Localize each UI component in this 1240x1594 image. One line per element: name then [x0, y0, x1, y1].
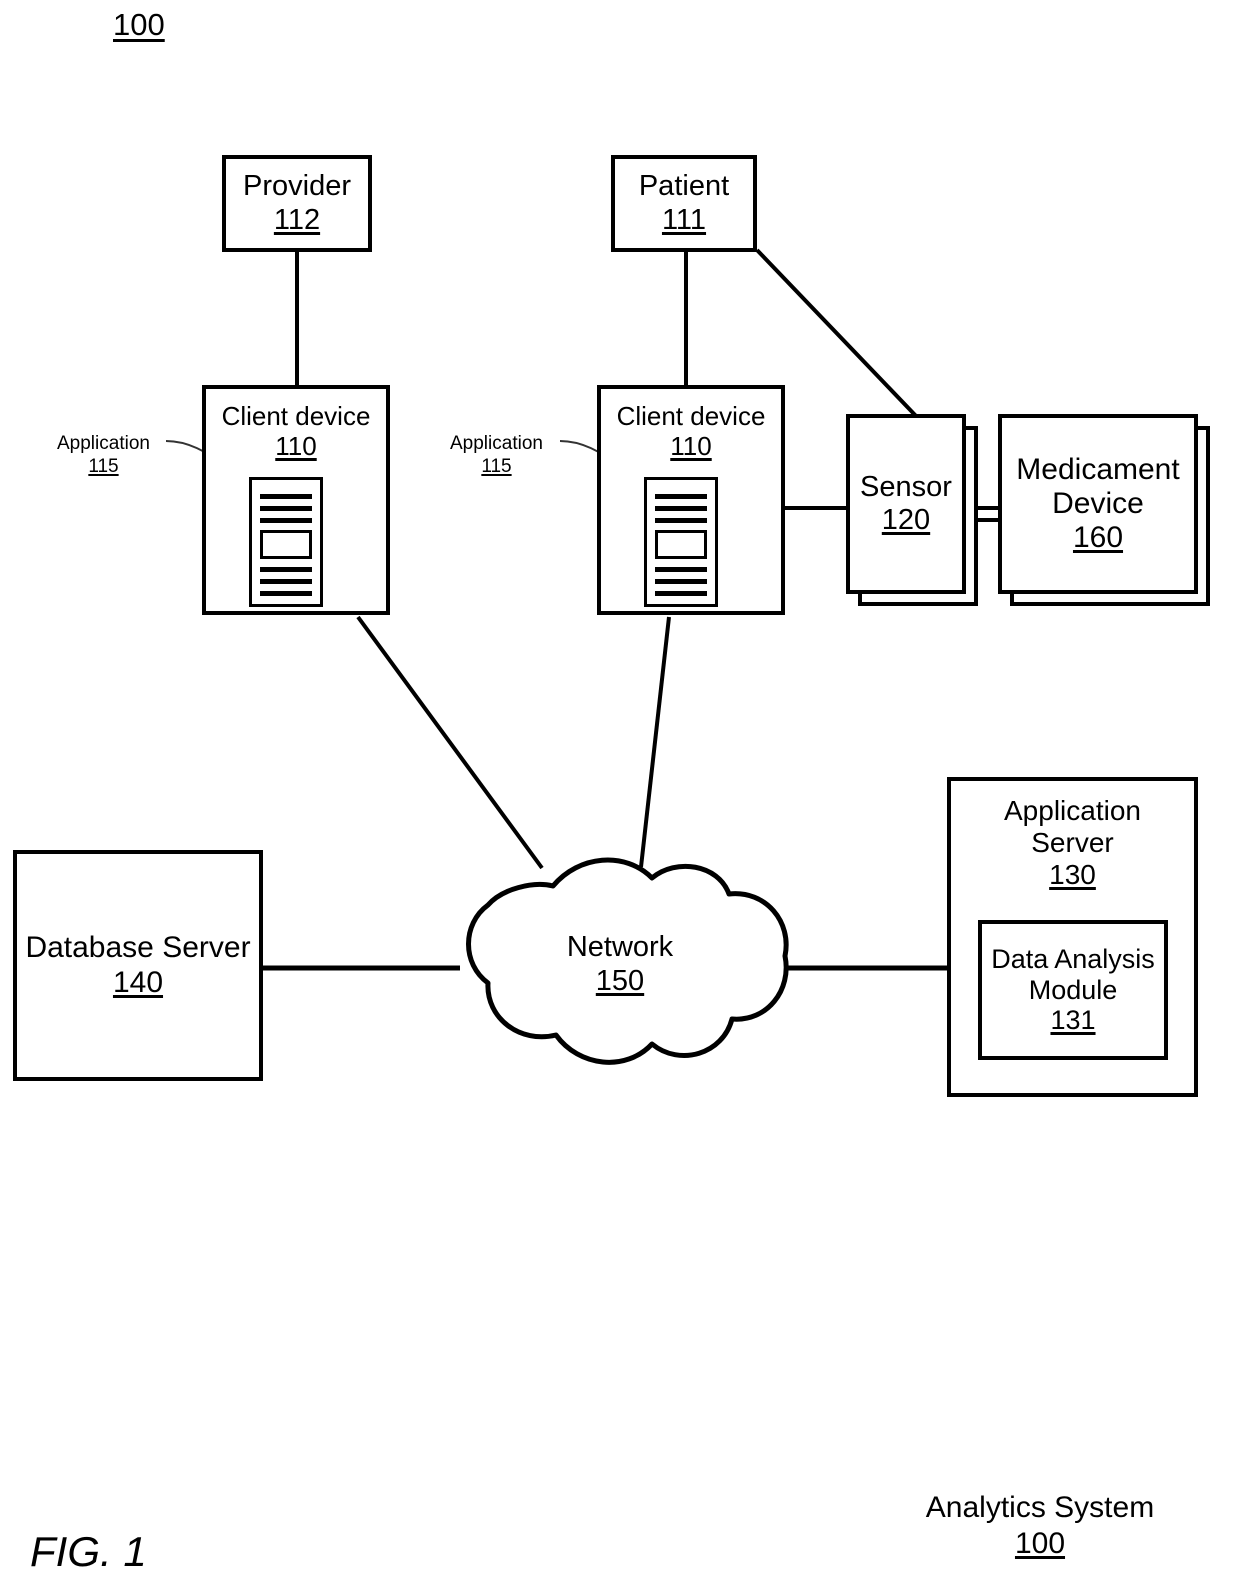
document-icon — [644, 477, 718, 607]
system-caption-title: Analytics System — [925, 1491, 1155, 1524]
figure-canvas: 100 Provider 112 Patient 111 Client devi… — [0, 0, 1240, 1594]
system-caption-reference: 100 — [1014, 1527, 1066, 1560]
document-icon-line — [655, 518, 707, 523]
callout-application-provider-title: Application — [57, 433, 150, 454]
node-database-server-reference: 140 — [112, 965, 164, 999]
figure-caption: FIG. 1 — [30, 1528, 147, 1575]
node-patient: Patient 111 — [611, 155, 757, 252]
node-client-device-patient-reference: 110 — [670, 430, 712, 461]
document-icon-line — [260, 494, 312, 499]
document-icon-line — [655, 494, 707, 499]
document-icon-line — [260, 579, 312, 584]
document-icon-line — [260, 506, 312, 511]
node-sensor-title: Sensor — [860, 470, 952, 503]
line-client-device-provider-to-network — [356, 615, 544, 870]
callout-application-patient-title: Application — [450, 433, 543, 454]
node-sensor-reference: 120 — [881, 504, 931, 536]
document-icon-line — [655, 591, 707, 596]
node-data-analysis-module: Data Analysis Module 131 — [978, 920, 1168, 1060]
node-database-server-title: Database Server — [25, 931, 251, 965]
callout-application-patient: Application 115 — [450, 433, 543, 479]
node-application-server-title: Application Server — [1004, 795, 1141, 858]
callout-application-provider-reference: 115 — [88, 455, 119, 477]
document-icon-line — [260, 591, 312, 596]
document-icon — [249, 477, 323, 607]
node-network-label: Network 150 — [440, 930, 800, 998]
node-provider-title: Provider — [243, 170, 351, 203]
document-icon-line — [260, 567, 312, 572]
node-provider: Provider 112 — [222, 155, 372, 252]
system-caption: Analytics System 100 — [880, 1490, 1200, 1562]
node-database-server: Database Server 140 — [13, 850, 263, 1081]
node-application-server-reference: 130 — [1049, 858, 1096, 890]
document-icon-highlight-rect — [260, 530, 312, 559]
node-client-device-provider-title: Client device — [221, 401, 371, 431]
node-client-device-provider-reference: 110 — [275, 430, 317, 461]
node-sensor: Sensor 120 — [846, 414, 966, 594]
node-network: Network 150 — [440, 838, 800, 1088]
document-icon-line — [655, 506, 707, 511]
node-data-analysis-module-reference: 131 — [1050, 1005, 1096, 1036]
document-icon-highlight-rect — [655, 530, 707, 559]
node-medicament-device-reference: 160 — [1072, 521, 1124, 555]
node-patient-reference: 111 — [661, 203, 707, 236]
figure-reference-number: 100 — [113, 7, 165, 42]
document-icon-line — [655, 579, 707, 584]
node-provider-reference: 112 — [273, 203, 321, 236]
node-medicament-device: Medicament Device 160 — [998, 414, 1198, 594]
node-patient-title: Patient — [638, 170, 730, 203]
callout-application-patient-reference: 115 — [481, 455, 512, 477]
callout-application-provider: Application 115 — [57, 433, 150, 479]
node-network-reference: 150 — [595, 965, 645, 998]
node-medicament-device-title: Medicament Device — [1016, 452, 1180, 520]
node-data-analysis-module-title: Data Analysis Module — [991, 943, 1155, 1005]
node-client-device-patient-title: Client device — [616, 401, 766, 431]
node-network-title: Network — [566, 931, 674, 963]
line-client-device-patient-to-network — [639, 616, 671, 868]
document-icon-line — [260, 518, 312, 523]
document-icon-line — [655, 567, 707, 572]
